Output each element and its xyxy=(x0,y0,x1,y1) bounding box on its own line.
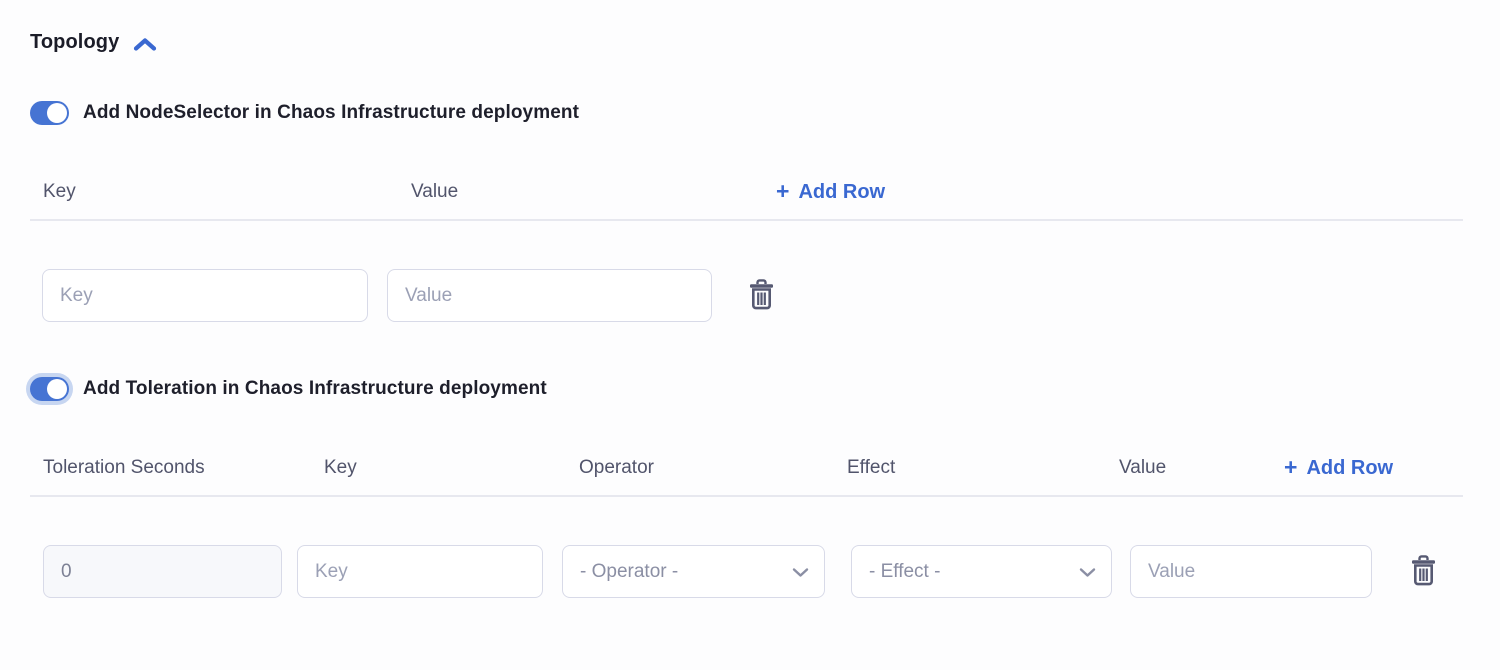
nodeselector-row xyxy=(30,269,1500,322)
column-header-key: Key xyxy=(324,457,579,479)
toleration-key-input[interactable] xyxy=(297,545,543,598)
nodeselector-toggle-label: Add NodeSelector in Chaos Infrastructure… xyxy=(83,102,579,124)
section-title: Topology xyxy=(30,31,119,54)
chevron-up-icon[interactable] xyxy=(132,35,158,54)
nodeselector-key-input[interactable] xyxy=(42,269,368,322)
toleration-add-row-button[interactable]: + Add Row xyxy=(1284,457,1393,480)
toggle-knob xyxy=(47,103,67,123)
nodeselector-toggle-row: Add NodeSelector in Chaos Infrastructure… xyxy=(30,99,1500,127)
column-header-value: Value xyxy=(411,181,776,203)
chevron-down-icon xyxy=(792,567,809,578)
add-row-label: Add Row xyxy=(1306,457,1393,480)
topology-panel: Topology Add NodeSelector in Chaos Infra… xyxy=(0,0,1500,670)
add-row-label: Add Row xyxy=(798,181,885,204)
nodeselector-toggle[interactable] xyxy=(30,101,69,125)
nodeselector-delete-row-button[interactable] xyxy=(748,279,775,313)
toleration-seconds-input[interactable] xyxy=(43,545,282,598)
header-divider xyxy=(30,219,1463,221)
effect-select[interactable]: - Effect - xyxy=(851,545,1112,598)
toleration-delete-row-button[interactable] xyxy=(1410,555,1437,589)
header-divider xyxy=(30,495,1463,497)
toleration-toggle[interactable] xyxy=(30,377,69,401)
trash-icon xyxy=(748,279,775,313)
section-header: Topology xyxy=(30,0,1500,54)
trash-icon xyxy=(1410,555,1437,589)
effect-select-value: - Effect - xyxy=(869,561,940,583)
chevron-down-icon xyxy=(1079,567,1096,578)
plus-icon: + xyxy=(776,180,789,203)
nodeselector-add-row-button[interactable]: + Add Row xyxy=(776,181,885,204)
toggle-knob xyxy=(47,379,67,399)
column-header-toleration-seconds: Toleration Seconds xyxy=(43,457,324,479)
column-header-effect: Effect xyxy=(847,457,1119,479)
toleration-toggle-label: Add Toleration in Chaos Infrastructure d… xyxy=(83,378,547,400)
operator-select[interactable]: - Operator - xyxy=(562,545,825,598)
column-header-value: Value xyxy=(1119,457,1284,479)
toleration-table-header: Toleration Seconds Key Operator Effect V… xyxy=(30,455,1500,481)
plus-icon: + xyxy=(1284,456,1297,479)
toleration-value-input[interactable] xyxy=(1130,545,1372,598)
toleration-row: - Operator - - Effect - xyxy=(30,545,1500,598)
nodeselector-value-input[interactable] xyxy=(387,269,712,322)
column-header-key: Key xyxy=(43,181,411,203)
operator-select-value: - Operator - xyxy=(580,561,678,583)
nodeselector-table-header: Key Value + Add Row xyxy=(30,179,1500,205)
column-header-operator: Operator xyxy=(579,457,847,479)
toleration-toggle-row: Add Toleration in Chaos Infrastructure d… xyxy=(30,375,1500,403)
